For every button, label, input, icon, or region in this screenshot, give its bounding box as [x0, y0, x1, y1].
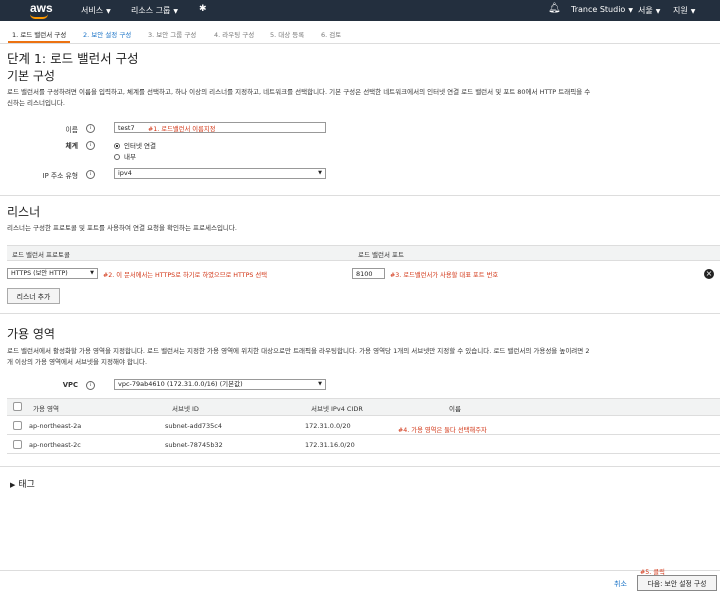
services-label: 서비스 — [81, 6, 104, 15]
basic-config-heading: 기본 구성 — [7, 69, 55, 83]
account-menu[interactable]: Trance Studio ▼ — [571, 5, 633, 14]
aws-logo-smile — [30, 14, 48, 19]
col-protocol: 로드 밸런서 프로토콜 — [12, 251, 70, 259]
step-1[interactable]: 1. 로드 밸런서 구성 — [7, 29, 71, 43]
info-icon[interactable]: i — [86, 381, 95, 390]
name-input[interactable]: test7 — [114, 122, 326, 133]
account-label: Trance Studio — [571, 5, 626, 14]
step-4: 4. 라우팅 구성 — [214, 31, 255, 39]
aws-logo[interactable]: aws — [30, 1, 53, 15]
scheme-option1-label: 인터넷 연결 — [124, 142, 156, 150]
ip-type-value: ipv4 — [118, 169, 132, 177]
divider — [0, 313, 720, 314]
vpc-label: VPC — [62, 381, 78, 389]
chevron-down-icon: ▼ — [690, 8, 696, 15]
info-icon[interactable]: i — [86, 124, 95, 133]
listeners-description: 리스너는 구성한 프로토콜 및 포트를 사용하여 연결 요청을 확인하는 프로세… — [7, 224, 237, 232]
name-input-value: test7 — [118, 124, 135, 132]
divider — [0, 466, 720, 467]
basic-desc-line2: 신하는 리스너입니다. — [7, 99, 65, 107]
az-note: #4. 가용 영역은 둘다 선택해주자 — [398, 427, 487, 434]
col-cidr: 서브넷 IPv4 CIDR — [311, 405, 363, 413]
name-note: #1. 로드밸런서 이름지정 — [148, 126, 216, 133]
next-button[interactable]: 다음: 보안 설정 구성 — [637, 575, 717, 591]
col-port: 로드 밸런서 포트 — [358, 251, 404, 259]
step-3: 3. 보안 그룹 구성 — [148, 31, 197, 39]
radio-selected-icon — [114, 143, 120, 149]
chevron-down-icon: ▼ — [318, 381, 322, 387]
chevron-down-icon: ▼ — [628, 7, 633, 14]
scheme-radio-internet[interactable]: 인터넷 연결 — [114, 140, 156, 150]
port-note: #3. 로드밸런서가 사용할 대표 포트 번호 — [390, 272, 499, 279]
protocol-select[interactable]: HTTPS (보안 HTTP) ▼ — [7, 268, 98, 279]
bell-icon[interactable]: 🔔︎ — [548, 3, 561, 14]
subnet-cell: subnet-add735c4 — [165, 422, 222, 430]
row-checkbox[interactable] — [13, 440, 22, 449]
vpc-select[interactable]: vpc-79ab4610 (172.31.0.0/16) (기본값) ▼ — [114, 379, 326, 390]
row-divider — [7, 453, 720, 454]
region-menu[interactable]: 서울 ▼ — [638, 5, 660, 16]
wizard-steps: 1. 로드 밸런서 구성 2. 보안 설정 구성 3. 보안 그룹 구성 4. … — [0, 21, 720, 44]
radio-unselected-icon — [114, 154, 120, 160]
az-heading: 가용 영역 — [7, 327, 55, 341]
ip-type-label: IP 주소 유형 — [42, 172, 78, 180]
scheme-radio-internal[interactable]: 내부 — [114, 151, 136, 161]
page-title: 단계 1: 로드 밸런서 구성 — [7, 51, 139, 66]
step-6: 6. 검토 — [321, 31, 342, 39]
port-value: 8100 — [356, 270, 373, 278]
port-input[interactable]: 8100 — [352, 268, 385, 279]
scheme-option2-label: 내부 — [124, 153, 136, 161]
protocol-value: HTTPS (보안 HTTP) — [11, 270, 68, 277]
az-description: 로드 밸런서에서 활성화할 가용 영역을 지정합니다. 로드 밸런서는 지정한 … — [7, 346, 719, 368]
resource-groups-label: 리소스 그룹 — [131, 6, 171, 15]
chevron-down-icon: ▼ — [106, 8, 111, 15]
listeners-heading: 리스너 — [7, 205, 41, 219]
divider — [0, 195, 720, 196]
divider — [0, 570, 720, 571]
region-label: 서울 — [638, 6, 653, 15]
tags-heading: 태그 — [18, 480, 35, 490]
az-desc-line2: 개 이상의 가용 영역에서 서브넷을 지정해야 합니다. — [7, 358, 148, 366]
chevron-down-icon: ▼ — [90, 270, 94, 276]
az-desc-line1: 로드 밸런서에서 활성화할 가용 영역을 지정합니다. 로드 밸런서는 지정한 … — [7, 347, 590, 355]
caret-right-icon: ▶ — [10, 481, 16, 489]
top-nav: aws 서비스 ▼ 리소스 그룹 ▼ ✱ 🔔︎ Trance Studio ▼ 서울 ▼… — [0, 0, 720, 21]
chevron-down-icon: ▼ — [655, 8, 661, 15]
col-zone: 가용 영역 — [33, 405, 59, 413]
pin-icon[interactable]: ✱ — [199, 4, 207, 14]
col-subnet: 서브넷 ID — [172, 405, 199, 413]
resource-groups-menu[interactable]: 리소스 그룹 ▼ — [131, 5, 178, 16]
select-all-checkbox[interactable] — [13, 402, 22, 411]
cancel-link[interactable]: 취소 — [614, 579, 627, 589]
chevron-down-icon: ▼ — [173, 8, 178, 15]
protocol-note: #2. 이 문서에서는 HTTPS로 하기로 하였으므로 HTTPS 선택 — [103, 272, 268, 279]
info-icon[interactable]: i — [86, 141, 95, 150]
support-menu[interactable]: 지원 ▼ — [673, 5, 695, 16]
col-name: 이름 — [449, 405, 461, 413]
step-2[interactable]: 2. 보안 설정 구성 — [83, 29, 131, 39]
chevron-down-icon: ▼ — [318, 170, 322, 176]
support-label: 지원 — [673, 6, 688, 15]
close-icon[interactable]: × — [704, 269, 714, 279]
zone-cell: ap-northeast-2c — [29, 441, 81, 449]
row-divider — [7, 434, 720, 435]
scheme-label: 체계 — [65, 142, 78, 150]
basic-desc-line1: 로드 밸런서를 구성하려면 이름을 입력하고, 체계를 선택하고, 하나 이상의… — [7, 88, 591, 96]
info-icon[interactable]: i — [86, 170, 95, 179]
add-listener-button[interactable]: 리스너 추가 — [7, 288, 60, 304]
az-table-header — [7, 398, 720, 416]
vpc-value: vpc-79ab4610 (172.31.0.0/16) (기본값) — [118, 380, 243, 388]
name-label: 이름 — [65, 126, 78, 134]
tags-toggle[interactable]: ▶ 태그 — [10, 477, 35, 490]
ip-type-select[interactable]: ipv4 ▼ — [114, 168, 326, 179]
zone-cell: ap-northeast-2a — [29, 422, 82, 430]
row-checkbox[interactable] — [13, 421, 22, 430]
services-menu[interactable]: 서비스 ▼ — [81, 5, 111, 16]
step-5: 5. 대상 등록 — [270, 31, 305, 39]
basic-config-description: 로드 밸런서를 구성하려면 이름을 입력하고, 체계를 선택하고, 하나 이상의… — [7, 87, 717, 109]
subnet-cell: subnet-78745b32 — [165, 441, 223, 449]
cidr-cell: 172.31.0.0/20 — [305, 422, 351, 430]
cidr-cell: 172.31.16.0/20 — [305, 441, 355, 449]
